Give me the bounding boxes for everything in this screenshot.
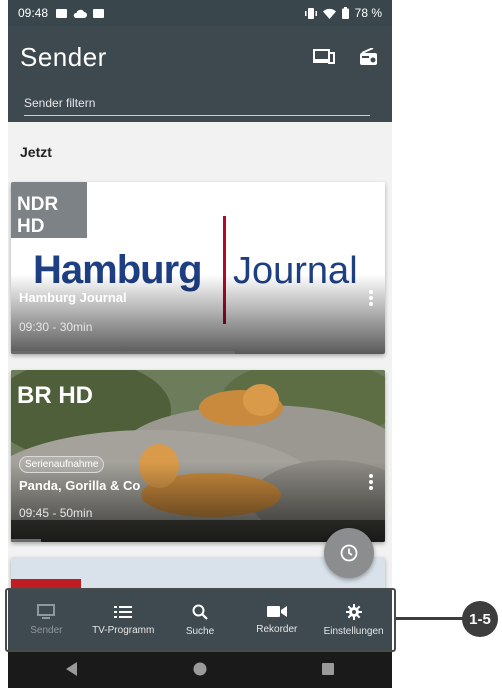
timer-fab[interactable] bbox=[324, 528, 374, 578]
card-shade bbox=[11, 274, 385, 354]
sender-filter-input[interactable]: Sender filtern bbox=[24, 94, 370, 116]
status-bar: 09:48 78 % bbox=[8, 0, 392, 26]
vibrate-icon bbox=[304, 7, 317, 19]
page-title: Sender bbox=[20, 42, 107, 72]
notification-icons bbox=[56, 8, 105, 18]
gallery-icon bbox=[56, 8, 68, 18]
battery-level: 78 % bbox=[354, 6, 382, 20]
battery-icon bbox=[341, 7, 349, 19]
program-time: 09:30 - 30min bbox=[19, 320, 93, 334]
channel-logo-ndr: NDR HD bbox=[11, 182, 87, 238]
card-shade bbox=[11, 462, 385, 542]
series-recording-badge: Serienaufnahme bbox=[19, 456, 105, 473]
wifi-icon bbox=[322, 8, 336, 19]
bottom-nav-highlight bbox=[5, 588, 396, 652]
status-time: 09:48 bbox=[18, 6, 49, 20]
program-title: Panda, Gorilla & Co bbox=[19, 478, 141, 493]
back-icon[interactable] bbox=[65, 662, 78, 676]
program-time: 09:45 - 50min bbox=[19, 506, 93, 520]
radio-icon[interactable] bbox=[358, 48, 380, 66]
channel-card-ndr[interactable]: Hamburg Journal NDR HD Hamburg Journal 0… bbox=[11, 182, 385, 354]
cast-devices-icon[interactable] bbox=[313, 48, 335, 66]
program-progress-bar bbox=[11, 351, 236, 354]
channel-list[interactable]: Jetzt Hamburg Journal NDR HD Hamburg Jou… bbox=[8, 122, 392, 590]
recents-icon[interactable] bbox=[322, 663, 335, 675]
callout-line bbox=[396, 617, 464, 620]
system-navigation-bar bbox=[8, 650, 392, 688]
phone-screen: 09:48 78 % Sender Sender filtern Jetzt H… bbox=[8, 0, 392, 688]
more-options-icon[interactable] bbox=[369, 290, 373, 306]
section-label: Jetzt bbox=[20, 144, 52, 160]
app-bar: Sender Sender filtern bbox=[8, 26, 392, 122]
status-right: 78 % bbox=[304, 6, 382, 20]
cloud-icon bbox=[73, 9, 88, 18]
channel-logo-br: BR HD bbox=[17, 382, 93, 409]
screen-icon bbox=[93, 8, 105, 18]
more-options-icon[interactable] bbox=[369, 474, 373, 490]
callout-badge: 1-5 bbox=[462, 601, 498, 637]
program-title: Hamburg Journal bbox=[19, 290, 127, 305]
home-icon[interactable] bbox=[193, 662, 207, 676]
program-progress-bar bbox=[11, 539, 41, 542]
clock-icon bbox=[340, 544, 358, 562]
channel-card-br[interactable]: BR HD Serienaufnahme Panda, Gorilla & Co… bbox=[11, 370, 385, 542]
